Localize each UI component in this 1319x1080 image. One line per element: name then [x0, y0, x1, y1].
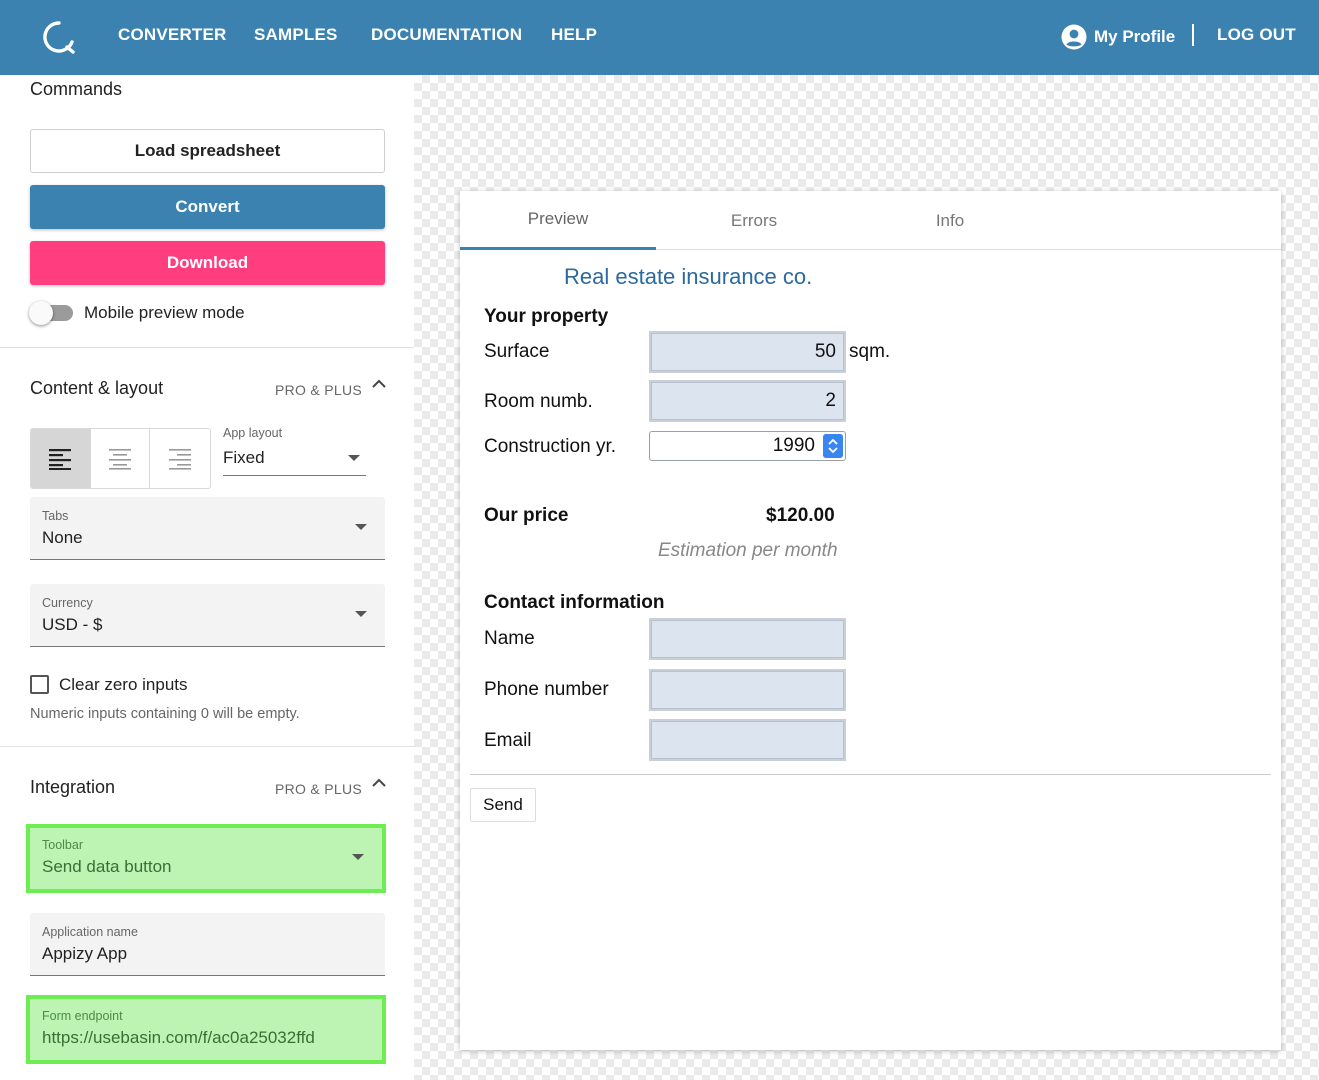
send-button[interactable]: Send: [470, 788, 536, 822]
construction-year-value: 1990: [772, 435, 815, 456]
our-price-value: $120.00: [766, 505, 835, 526]
section-divider: [0, 746, 414, 747]
tab-info[interactable]: Info: [852, 191, 1048, 250]
form-endpoint-field[interactable]: Form endpoint https://usebasin.com/f/ac0…: [26, 995, 386, 1064]
download-button[interactable]: Download: [30, 241, 385, 285]
toolbar-select[interactable]: Toolbar Send data button: [26, 824, 386, 893]
currency-select[interactable]: Currency USD - $: [30, 584, 385, 647]
clear-zero-inputs-hint: Numeric inputs containing 0 will be empt…: [30, 706, 300, 722]
construction-year-input[interactable]: 1990: [649, 431, 846, 461]
nav-converter[interactable]: CONVERTER: [118, 25, 227, 45]
alignment-button-group: [30, 428, 211, 489]
app-logo-icon[interactable]: [42, 20, 76, 54]
align-right-icon: [169, 448, 192, 470]
phone-number-input[interactable]: [649, 669, 846, 711]
mobile-preview-label: Mobile preview mode: [84, 303, 245, 322]
section-divider: [0, 347, 414, 348]
tab-preview[interactable]: Preview: [460, 191, 656, 250]
chevron-up-icon[interactable]: [371, 379, 387, 389]
app-layout-label: App layout: [223, 426, 283, 440]
your-property-heading: Your property: [484, 306, 609, 327]
logout-link[interactable]: LOG OUT: [1217, 25, 1296, 45]
application-name-field[interactable]: Application name Appizy App: [30, 913, 385, 976]
toolbar-label: Toolbar: [42, 838, 83, 852]
form-endpoint-value: https://usebasin.com/f/ac0a25032ffd: [42, 1028, 315, 1047]
room-number-label: Room numb.: [484, 391, 593, 412]
dropdown-caret-icon: [355, 611, 367, 617]
price-note: Estimation per month: [658, 540, 838, 561]
pro-plus-badge: PRO & PLUS: [275, 781, 363, 797]
content-layout-title: Content & layout: [30, 378, 164, 398]
toolbar-value: Send data button: [42, 857, 172, 876]
dropdown-caret-icon: [352, 854, 364, 860]
tabs-value: None: [42, 528, 83, 547]
application-name-value: Appizy App: [42, 944, 128, 963]
nav-help[interactable]: HELP: [551, 25, 597, 45]
align-left-icon: [49, 448, 72, 470]
phone-number-label: Phone number: [484, 679, 609, 700]
clear-zero-inputs-label: Clear zero inputs: [59, 675, 188, 694]
app-layout-value: Fixed: [223, 448, 265, 467]
surface-input[interactable]: 50: [649, 331, 846, 373]
my-profile-label: My Profile: [1094, 27, 1176, 46]
preview-panel: Preview Errors Info Real estate insuranc…: [460, 191, 1281, 1050]
align-right-button[interactable]: [150, 429, 210, 488]
email-input[interactable]: [649, 719, 846, 761]
load-spreadsheet-button[interactable]: Load spreadsheet: [30, 129, 385, 173]
mobile-preview-toggle[interactable]: [29, 301, 75, 325]
application-name-label: Application name: [42, 925, 138, 939]
tab-errors[interactable]: Errors: [656, 191, 852, 250]
nav-samples[interactable]: SAMPLES: [254, 25, 338, 45]
pro-plus-badge: PRO & PLUS: [275, 382, 363, 398]
account-circle-icon: [1061, 24, 1087, 50]
tabs-label: Tabs: [42, 509, 69, 523]
surface-label: Surface: [484, 341, 550, 362]
form-endpoint-label: Form endpoint: [42, 1009, 123, 1023]
align-center-icon: [109, 448, 131, 470]
contact-information-heading: Contact information: [484, 592, 665, 613]
tabs-select[interactable]: Tabs None: [30, 497, 385, 560]
name-input[interactable]: [649, 618, 846, 660]
spinner-arrows-icon[interactable]: [823, 434, 843, 458]
integration-title: Integration: [30, 777, 116, 797]
chevron-up-icon[interactable]: [371, 778, 387, 788]
preview-tabs: Preview Errors Info: [460, 191, 1281, 250]
email-label: Email: [484, 730, 532, 751]
name-label: Name: [484, 628, 535, 649]
room-number-input[interactable]: 2: [649, 380, 846, 422]
our-price-label: Our price: [484, 505, 569, 526]
convert-button[interactable]: Convert: [30, 185, 385, 229]
form-title: Real estate insurance co.: [564, 264, 813, 289]
currency-label: Currency: [42, 596, 93, 610]
commands-title: Commands: [30, 79, 123, 99]
dropdown-caret-icon: [355, 524, 367, 530]
align-center-button[interactable]: [91, 429, 151, 488]
surface-unit: sqm.: [849, 341, 891, 362]
currency-value: USD - $: [42, 615, 103, 634]
construction-year-label: Construction yr.: [484, 436, 616, 457]
dropdown-caret-icon: [348, 455, 360, 461]
nav-documentation[interactable]: DOCUMENTATION: [371, 25, 522, 45]
form-divider: [470, 774, 1271, 775]
my-profile-link[interactable]: My Profile: [1061, 22, 1175, 52]
clear-zero-inputs-checkbox[interactable]: [30, 675, 49, 694]
nav-separator: [1192, 24, 1194, 46]
top-nav-bar: CONVERTER SAMPLES DOCUMENTATION HELP My …: [0, 0, 1319, 75]
align-left-button[interactable]: [31, 429, 91, 488]
sidebar: Commands Load spreadsheet Convert Downlo…: [0, 75, 414, 1080]
app-layout-select[interactable]: App layout Fixed: [223, 426, 366, 476]
